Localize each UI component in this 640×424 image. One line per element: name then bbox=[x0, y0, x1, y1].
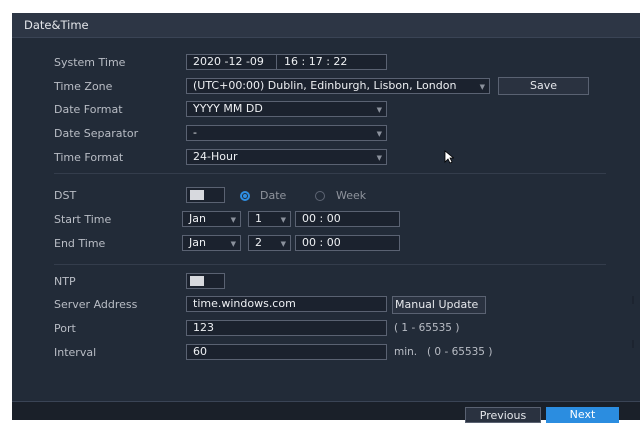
mouse-pointer-icon bbox=[444, 150, 454, 164]
next-button[interactable]: Next bbox=[546, 407, 619, 423]
server-address-value: time.windows.com bbox=[193, 297, 296, 310]
toggle-knob bbox=[190, 190, 204, 200]
previous-button[interactable]: Previous bbox=[465, 407, 541, 423]
time-zone-select[interactable]: (UTC+00:00) Dublin, Edinburgh, Lisbon, L… bbox=[186, 78, 490, 94]
dst-label: DST bbox=[54, 189, 77, 202]
date-time-divider bbox=[276, 55, 277, 69]
chevron-down-icon: ▼ bbox=[376, 154, 382, 162]
chevron-down-icon: ▼ bbox=[280, 216, 286, 224]
toggle-knob bbox=[190, 276, 204, 286]
interval-input[interactable]: 60 bbox=[186, 344, 387, 360]
date-format-value: YYYY MM DD bbox=[193, 102, 263, 115]
dst-toggle[interactable] bbox=[186, 187, 225, 203]
date-format-select[interactable]: YYYY MM DD ▼ bbox=[186, 101, 387, 117]
date-separator-value: - bbox=[193, 126, 197, 139]
dst-mode-week-radio[interactable] bbox=[315, 191, 325, 201]
start-month-select[interactable]: Jan ▼ bbox=[182, 211, 241, 227]
end-time-value: 00 : 00 bbox=[302, 236, 341, 249]
end-day-select[interactable]: 2 ▼ bbox=[248, 235, 291, 251]
end-month-value: Jan bbox=[189, 236, 206, 249]
scroll-edge-mark bbox=[632, 340, 634, 348]
dialog-title: Date&Time bbox=[24, 18, 89, 32]
chevron-down-icon: ▼ bbox=[479, 83, 485, 91]
scroll-edge-mark bbox=[632, 296, 634, 304]
system-time-label: System Time bbox=[54, 56, 126, 69]
date-format-label: Date Format bbox=[54, 103, 123, 116]
interval-value: 60 bbox=[193, 345, 207, 358]
port-input[interactable]: 123 bbox=[186, 320, 387, 336]
save-button[interactable]: Save bbox=[498, 77, 589, 95]
chevron-down-icon: ▼ bbox=[376, 130, 382, 138]
dialog-footer: Previous Next bbox=[12, 401, 640, 423]
time-format-label: Time Format bbox=[54, 151, 124, 164]
dst-mode-week-label: Week bbox=[336, 189, 367, 202]
ntp-toggle[interactable] bbox=[186, 273, 225, 289]
end-time-label: End Time bbox=[54, 237, 106, 250]
end-month-select[interactable]: Jan ▼ bbox=[182, 235, 241, 251]
start-time-input[interactable]: 00 : 00 bbox=[295, 211, 400, 227]
chevron-down-icon: ▼ bbox=[230, 240, 236, 248]
dst-mode-date-radio[interactable] bbox=[240, 191, 250, 201]
server-address-label: Server Address bbox=[54, 298, 138, 311]
start-time-value: 00 : 00 bbox=[302, 212, 341, 225]
date-separator-select[interactable]: - ▼ bbox=[186, 125, 387, 141]
port-range-hint: ( 1 - 65535 ) bbox=[394, 322, 460, 334]
port-value: 123 bbox=[193, 321, 214, 334]
interval-label: Interval bbox=[54, 346, 97, 359]
system-time-date: 2020 -12 -09 bbox=[193, 55, 264, 68]
chevron-down-icon: ▼ bbox=[230, 216, 236, 224]
start-time-label: Start Time bbox=[54, 213, 112, 226]
system-time-clock: 16 : 17 : 22 bbox=[284, 55, 348, 68]
start-day-select[interactable]: 1 ▼ bbox=[248, 211, 291, 227]
manual-update-button[interactable]: Manual Update bbox=[392, 296, 486, 314]
time-zone-label: Time Zone bbox=[54, 80, 113, 93]
interval-range-hint: ( 0 - 65535 ) bbox=[427, 346, 493, 358]
time-format-select[interactable]: 24-Hour ▼ bbox=[186, 149, 387, 165]
date-time-dialog: Date&Time System Time 2020 -12 -09 16 : … bbox=[12, 13, 640, 423]
section-divider bbox=[54, 173, 606, 174]
system-time-field[interactable]: 2020 -12 -09 16 : 17 : 22 bbox=[186, 54, 387, 70]
server-address-input[interactable]: time.windows.com bbox=[186, 296, 387, 312]
time-zone-value: (UTC+00:00) Dublin, Edinburgh, Lisbon, L… bbox=[193, 79, 457, 92]
interval-unit: min. bbox=[394, 346, 418, 358]
start-month-value: Jan bbox=[189, 212, 206, 225]
dst-mode-date-label: Date bbox=[260, 189, 287, 202]
date-separator-label: Date Separator bbox=[54, 127, 139, 140]
end-day-value: 2 bbox=[255, 236, 262, 249]
start-day-value: 1 bbox=[255, 212, 262, 225]
chevron-down-icon: ▼ bbox=[280, 240, 286, 248]
time-format-value: 24-Hour bbox=[193, 150, 238, 163]
chevron-down-icon: ▼ bbox=[376, 106, 382, 114]
title-bar: Date&Time bbox=[12, 13, 640, 38]
port-label: Port bbox=[54, 322, 76, 335]
end-time-input[interactable]: 00 : 00 bbox=[295, 235, 400, 251]
ntp-label: NTP bbox=[54, 275, 76, 288]
section-divider bbox=[54, 264, 606, 265]
